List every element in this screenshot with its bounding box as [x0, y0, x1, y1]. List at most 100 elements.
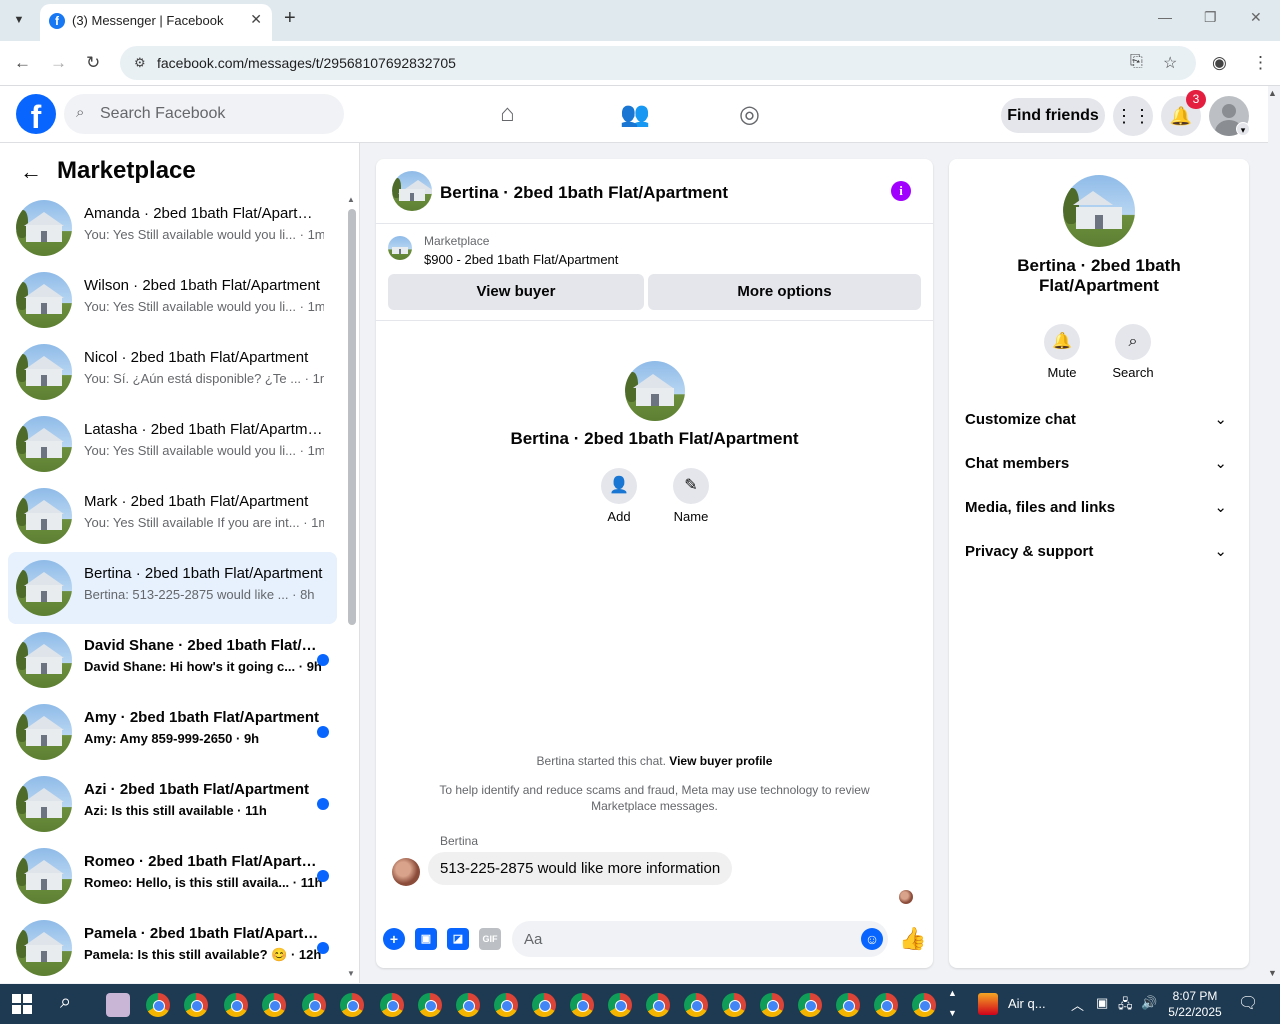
privacy-support-section[interactable]: Privacy & support ⌄ — [957, 531, 1241, 575]
friends-icon[interactable]: 👥 — [620, 100, 650, 129]
chrome-app-icon[interactable] — [380, 993, 404, 1017]
facebook-search[interactable]: ⌕ — [64, 94, 344, 134]
conversation-item[interactable]: Nicol · 2bed 1bath Flat/Apartment You: Sí… — [8, 336, 337, 408]
emoji-icon[interactable]: ☺ — [861, 928, 883, 950]
chrome-app-icon[interactable] — [494, 993, 518, 1017]
chrome-app-icon[interactable] — [184, 993, 208, 1017]
install-app-icon[interactable]: ⎘ — [1130, 53, 1143, 71]
chrome-app-icon[interactable] — [262, 993, 286, 1017]
conversation-item[interactable]: Pamela · 2bed 1bath Flat/Apartment Pamela… — [8, 912, 337, 983]
menu-grid-icon[interactable]: ⋮⋮ — [1113, 96, 1153, 136]
plus-circle-icon[interactable]: + — [383, 928, 405, 950]
home-icon[interactable]: ⌂ — [500, 100, 515, 128]
conversation-item[interactable]: Romeo · 2bed 1bath Flat/Apartment Romeo: … — [8, 840, 337, 912]
chat-members-section[interactable]: Chat members ⌄ — [957, 443, 1241, 487]
message-bubble[interactable]: 513-225-2875 would like more information — [428, 852, 733, 885]
chrome-app-icon[interactable] — [302, 993, 326, 1017]
chrome-app-icon[interactable] — [224, 993, 248, 1017]
message-composer[interactable]: ☺ — [512, 921, 888, 957]
taskbar-search-icon[interactable]: ⌕ — [60, 991, 71, 1014]
tray-chevron-up-icon[interactable]: ︿ — [1071, 995, 1084, 1014]
find-friends-button[interactable]: Find friends — [1001, 98, 1105, 133]
thumbs-up-icon[interactable]: 👍 — [899, 926, 926, 952]
list-scroll-up-icon[interactable]: ▲ — [347, 195, 355, 204]
page-scroll-up-icon[interactable]: ▲ — [1268, 88, 1277, 98]
taskbar-clock[interactable]: 8:07 PM 5/22/2025 — [1160, 988, 1230, 1020]
tab-close-icon[interactable]: ✕ — [250, 11, 262, 28]
edit-name-icon[interactable]: ✎ — [673, 468, 709, 504]
forward-icon[interactable]: → — [50, 53, 67, 73]
chrome-app-icon[interactable] — [874, 993, 898, 1017]
browser-tab[interactable]: f (3) Messenger | Facebook ✕ — [40, 4, 272, 41]
view-buyer-profile-link[interactable]: View buyer profile — [669, 754, 772, 768]
listing-title[interactable]: $900 - 2bed 1bath Flat/Apartment — [424, 252, 618, 267]
chrome-app-icon[interactable] — [760, 993, 784, 1017]
back-arrow-icon[interactable]: ← — [20, 159, 42, 185]
chrome-app-icon[interactable] — [146, 993, 170, 1017]
conversation-item[interactable]: Amanda · 2bed 1bath Flat/Apartment You: Y… — [8, 192, 337, 264]
tray-scroll-up-icon[interactable]: ▲ — [948, 988, 957, 998]
chrome-app-icon[interactable] — [722, 993, 746, 1017]
message-input[interactable] — [524, 921, 844, 957]
media-files-links-section[interactable]: Media, files and links ⌄ — [957, 487, 1241, 531]
search-input[interactable] — [100, 94, 330, 134]
browser-menu-icon[interactable]: ⋮ — [1252, 53, 1269, 73]
sender-avatar[interactable] — [392, 858, 420, 886]
sticker-icon[interactable]: ◪ — [447, 928, 469, 950]
address-bar[interactable]: ⚙ facebook.com/messages/t/29568107692832… — [120, 46, 1196, 80]
network-icon[interactable]: 🖧 — [1118, 995, 1133, 1017]
add-person-icon[interactable]: 👤 — [601, 468, 637, 504]
list-scroll-down-icon[interactable]: ▼ — [347, 969, 355, 978]
info-icon[interactable]: i — [891, 181, 911, 201]
chrome-app-icon[interactable] — [912, 993, 936, 1017]
conversation-item[interactable]: Latasha · 2bed 1bath Flat/Apartment You: … — [8, 408, 337, 480]
chat-title[interactable]: Bertina · 2bed 1bath Flat/Apartment — [440, 183, 728, 203]
paint-app-icon[interactable] — [106, 993, 130, 1017]
site-info-icon[interactable]: ⚙ — [134, 55, 146, 71]
windows-start-icon[interactable] — [12, 994, 32, 1014]
conversation-item[interactable]: David Shane · 2bed 1bath Flat/Apartment D… — [8, 624, 337, 696]
chat-thumbnail[interactable] — [392, 171, 432, 211]
weather-icon[interactable] — [978, 993, 998, 1015]
conversation-item[interactable]: Wilson · 2bed 1bath Flat/Apartment You: Y… — [8, 264, 337, 336]
conversation-item[interactable]: Mark · 2bed 1bath Flat/Apartment You: Yes… — [8, 480, 337, 552]
back-icon[interactable]: ← — [14, 53, 31, 73]
chrome-app-icon[interactable] — [798, 993, 822, 1017]
tray-scroll-down-icon[interactable]: ▼ — [948, 1008, 957, 1018]
groups-icon[interactable]: ◎ — [739, 100, 760, 129]
search-conversation-icon[interactable]: ⌕ — [1115, 324, 1151, 360]
chrome-app-icon[interactable] — [532, 993, 556, 1017]
new-tab-icon[interactable]: + — [284, 7, 296, 30]
mute-bell-icon[interactable]: 🔔 — [1044, 324, 1080, 360]
customize-chat-section[interactable]: Customize chat ⌄ — [957, 399, 1241, 443]
volume-icon[interactable]: 🔊 — [1141, 995, 1157, 1011]
chrome-app-icon[interactable] — [608, 993, 632, 1017]
weather-text[interactable]: Air q... — [1008, 996, 1046, 1011]
minimize-icon[interactable]: — — [1158, 9, 1172, 25]
list-scrollbar[interactable] — [348, 209, 356, 625]
chrome-app-icon[interactable] — [340, 993, 364, 1017]
reload-icon[interactable]: ↻ — [86, 53, 100, 73]
restore-icon[interactable]: ❐ — [1204, 9, 1217, 26]
chrome-app-icon[interactable] — [570, 993, 594, 1017]
view-buyer-button[interactable]: View buyer — [388, 274, 644, 310]
facebook-logo-icon[interactable]: f — [16, 94, 56, 135]
url-text[interactable]: facebook.com/messages/t/2956810769283270… — [157, 55, 456, 71]
chrome-app-icon[interactable] — [456, 993, 480, 1017]
action-center-icon[interactable]: 🗨 — [1238, 993, 1258, 1013]
conversation-item[interactable]: Bertina · 2bed 1bath Flat/Apartment Berti… — [8, 552, 337, 624]
page-scroll-down-icon[interactable]: ▼ — [1268, 968, 1277, 978]
chrome-app-icon[interactable] — [646, 993, 670, 1017]
bookmark-star-icon[interactable]: ☆ — [1163, 53, 1177, 73]
gif-icon[interactable]: GIF — [479, 928, 501, 950]
chrome-app-icon[interactable] — [684, 993, 708, 1017]
chrome-app-icon[interactable] — [836, 993, 860, 1017]
more-options-button[interactable]: More options — [648, 274, 921, 310]
account-chevron-down-icon[interactable]: ▾ — [1236, 122, 1250, 136]
window-close-icon[interactable]: ✕ — [1250, 9, 1262, 26]
meet-now-icon[interactable]: ▣ — [1096, 995, 1108, 1011]
profile-icon[interactable]: ◉ — [1212, 53, 1227, 73]
conversation-item[interactable]: Azi · 2bed 1bath Flat/Apartment Azi: Is t… — [8, 768, 337, 840]
chrome-app-icon[interactable] — [418, 993, 442, 1017]
conversation-item[interactable]: Amy · 2bed 1bath Flat/Apartment Amy: Amy … — [8, 696, 337, 768]
